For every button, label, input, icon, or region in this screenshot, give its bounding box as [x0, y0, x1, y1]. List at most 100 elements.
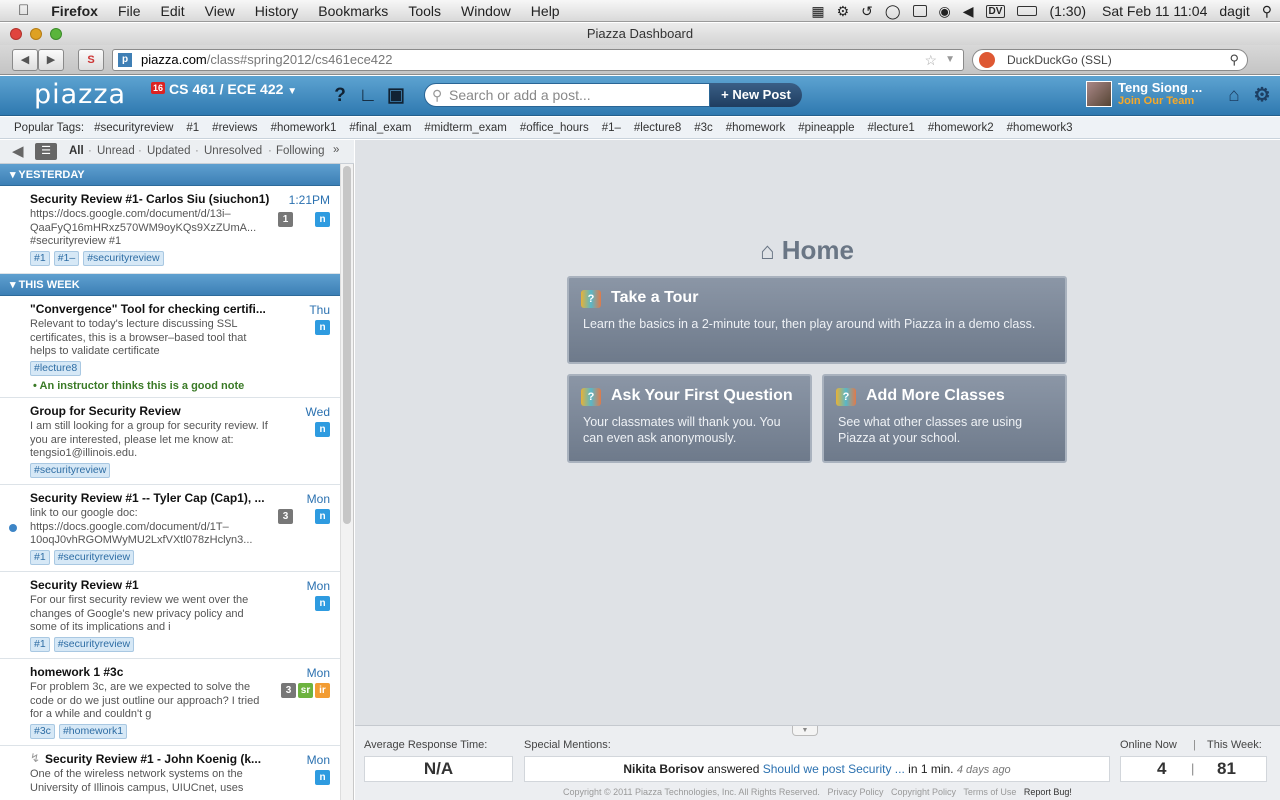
spotlight-icon[interactable]: ⚲	[1262, 3, 1272, 20]
stats-chart-icon[interactable]: ∟	[358, 85, 378, 107]
mention-user[interactable]: Nikita Borisov	[623, 762, 704, 776]
post-tag[interactable]: #1	[30, 550, 50, 565]
tag-link[interactable]: #lecture1	[868, 122, 915, 134]
copyright-policy-link[interactable]: Copyright Policy	[891, 787, 956, 797]
bookmark-star-icon[interactable]: ☆	[924, 50, 937, 70]
tag-link[interactable]: #final_exam	[349, 122, 411, 134]
tag-link[interactable]: #homework1	[271, 122, 337, 134]
duckduckgo-icon[interactable]	[979, 52, 995, 68]
filter-more[interactable]: »	[333, 144, 339, 156]
gear-icon[interactable]: ⚙	[1252, 85, 1272, 107]
collapse-footer-icon[interactable]: ▼	[792, 726, 818, 736]
post-tag[interactable]: #1–	[53, 251, 80, 266]
filter-updated[interactable]: Updated	[147, 145, 190, 157]
menu-file[interactable]: File	[108, 3, 151, 19]
url-bar[interactable]: p piazza.com/class#spring2012/cs461ece42…	[112, 49, 964, 71]
post-tag[interactable]: #securityreview	[53, 637, 135, 652]
tag-link[interactable]: #securityreview	[94, 122, 173, 134]
zoom-window-icon[interactable]	[50, 28, 62, 40]
post-tag[interactable]: #3c	[30, 724, 55, 739]
avatar[interactable]	[1086, 81, 1112, 107]
post-tag[interactable]: #1	[30, 251, 50, 266]
group-header-yesterday[interactable]: ▾ YESTERDAY	[0, 164, 340, 186]
list-view-icon[interactable]: ☰	[35, 143, 57, 160]
new-post-button[interactable]: + New Post	[710, 83, 802, 107]
tag-link[interactable]: #lecture8	[634, 122, 681, 134]
tag-link[interactable]: #pineapple	[798, 122, 854, 134]
apple-icon[interactable]: 	[0, 2, 41, 19]
chat-icon[interactable]: ◯	[885, 3, 901, 20]
help-icon[interactable]: ?	[330, 85, 350, 107]
feed-item[interactable]: Group for Security Review I am still loo…	[0, 398, 340, 485]
menu-view[interactable]: View	[195, 3, 245, 19]
tag-link[interactable]: #midterm_exam	[424, 122, 506, 134]
eye-icon[interactable]: ◉	[939, 3, 951, 20]
class-selector[interactable]: CS 461 / ECE 422 ▼	[169, 81, 297, 97]
group-header-this-week[interactable]: ▾ THIS WEEK	[0, 274, 340, 296]
menu-help[interactable]: Help	[521, 3, 570, 19]
back-button[interactable]: ◀	[12, 49, 38, 71]
url-dropdown-icon[interactable]: ▼	[945, 50, 955, 70]
mention-post-link[interactable]: Should we post Security ...	[763, 762, 905, 776]
tag-link[interactable]: #1–	[602, 122, 621, 134]
post-tag[interactable]: #securityreview	[83, 251, 164, 266]
feed-item[interactable]: ↯ Security Review #1 - John Koenig (k...…	[0, 746, 340, 800]
tag-link[interactable]: #3c	[694, 122, 713, 134]
battery-icon[interactable]	[1017, 6, 1038, 16]
tag-link[interactable]: #homework	[726, 122, 785, 134]
menu-window[interactable]: Window	[451, 3, 521, 19]
tag-link[interactable]: #homework3	[1007, 122, 1073, 134]
grid-icon[interactable]: ▦	[811, 3, 824, 20]
feed-item[interactable]: Security Review #1- Carlos Siu (siuchon1…	[0, 186, 340, 274]
filter-unread[interactable]: Unread	[97, 145, 135, 157]
feed-item[interactable]: "Convergence" Tool for checking certifi.…	[0, 296, 340, 398]
post-tag[interactable]: #1	[30, 637, 50, 652]
scrollbar-thumb[interactable]	[343, 166, 351, 524]
poll-icon[interactable]: ▣	[386, 85, 406, 107]
filter-unresolved[interactable]: Unresolved	[204, 145, 262, 157]
user-menu[interactable]: dagit	[1219, 3, 1249, 19]
post-tag[interactable]: #homework1	[58, 724, 128, 739]
input-source-indicator[interactable]: DV	[985, 4, 1006, 18]
noscript-icon[interactable]: S	[78, 49, 104, 71]
home-icon[interactable]: ⌂	[1224, 85, 1244, 107]
tag-link[interactable]: #reviews	[212, 122, 257, 134]
tag-link[interactable]: #homework2	[928, 122, 994, 134]
collapse-arrow-icon[interactable]: ◀	[12, 142, 24, 160]
report-bug-link[interactable]: Report Bug!	[1024, 787, 1072, 797]
add-classes-card[interactable]: ? Add More Classes See what other classe…	[822, 374, 1067, 463]
menu-history[interactable]: History	[245, 3, 309, 19]
tag-link[interactable]: #1	[186, 122, 199, 134]
minimize-window-icon[interactable]	[30, 28, 42, 40]
battery-time[interactable]: (1:30)	[1049, 3, 1086, 19]
filter-all[interactable]: All	[69, 145, 84, 157]
piazza-logo[interactable]: piazza	[34, 79, 126, 110]
menu-tools[interactable]: Tools	[398, 3, 451, 19]
volume-icon[interactable]: ◀	[963, 3, 974, 20]
filter-following[interactable]: Following	[276, 145, 325, 157]
user-name[interactable]: Teng Siong ...	[1118, 80, 1202, 95]
take-tour-card[interactable]: ? Take a Tour Learn the basics in a 2-mi…	[567, 276, 1067, 364]
feed-item[interactable]: Security Review #1 -- Tyler Cap (Cap1), …	[0, 485, 340, 572]
tools-icon[interactable]: ⚙	[837, 3, 850, 20]
menu-edit[interactable]: Edit	[151, 3, 195, 19]
ask-question-card[interactable]: ? Ask Your First Question Your classmate…	[567, 374, 812, 463]
post-tag[interactable]: #securityreview	[53, 550, 135, 565]
post-search-input[interactable]: ⚲ Search or add a post...	[424, 83, 710, 107]
post-tag[interactable]: #securityreview	[30, 463, 111, 478]
post-tag[interactable]: #lecture8	[30, 361, 82, 376]
join-team-link[interactable]: Join Our Team	[1118, 95, 1194, 107]
close-window-icon[interactable]	[10, 28, 22, 40]
menu-app[interactable]: Firefox	[41, 3, 108, 19]
clock[interactable]: Sat Feb 11 11:04	[1102, 3, 1207, 19]
time-machine-icon[interactable]: ↺	[861, 3, 873, 20]
feed-scrollbar[interactable]	[340, 164, 354, 800]
forward-button[interactable]: ▶	[38, 49, 64, 71]
terms-link[interactable]: Terms of Use	[963, 787, 1016, 797]
feed-item[interactable]: homework 1 #3c For problem 3c, are we ex…	[0, 659, 340, 746]
tag-link[interactable]: #office_hours	[520, 122, 589, 134]
keyboard-icon[interactable]	[912, 5, 927, 17]
search-engine-box[interactable]: DuckDuckGo (SSL) ⚲	[972, 49, 1248, 71]
search-icon[interactable]: ⚲	[1229, 50, 1239, 70]
menu-bookmarks[interactable]: Bookmarks	[308, 3, 398, 19]
